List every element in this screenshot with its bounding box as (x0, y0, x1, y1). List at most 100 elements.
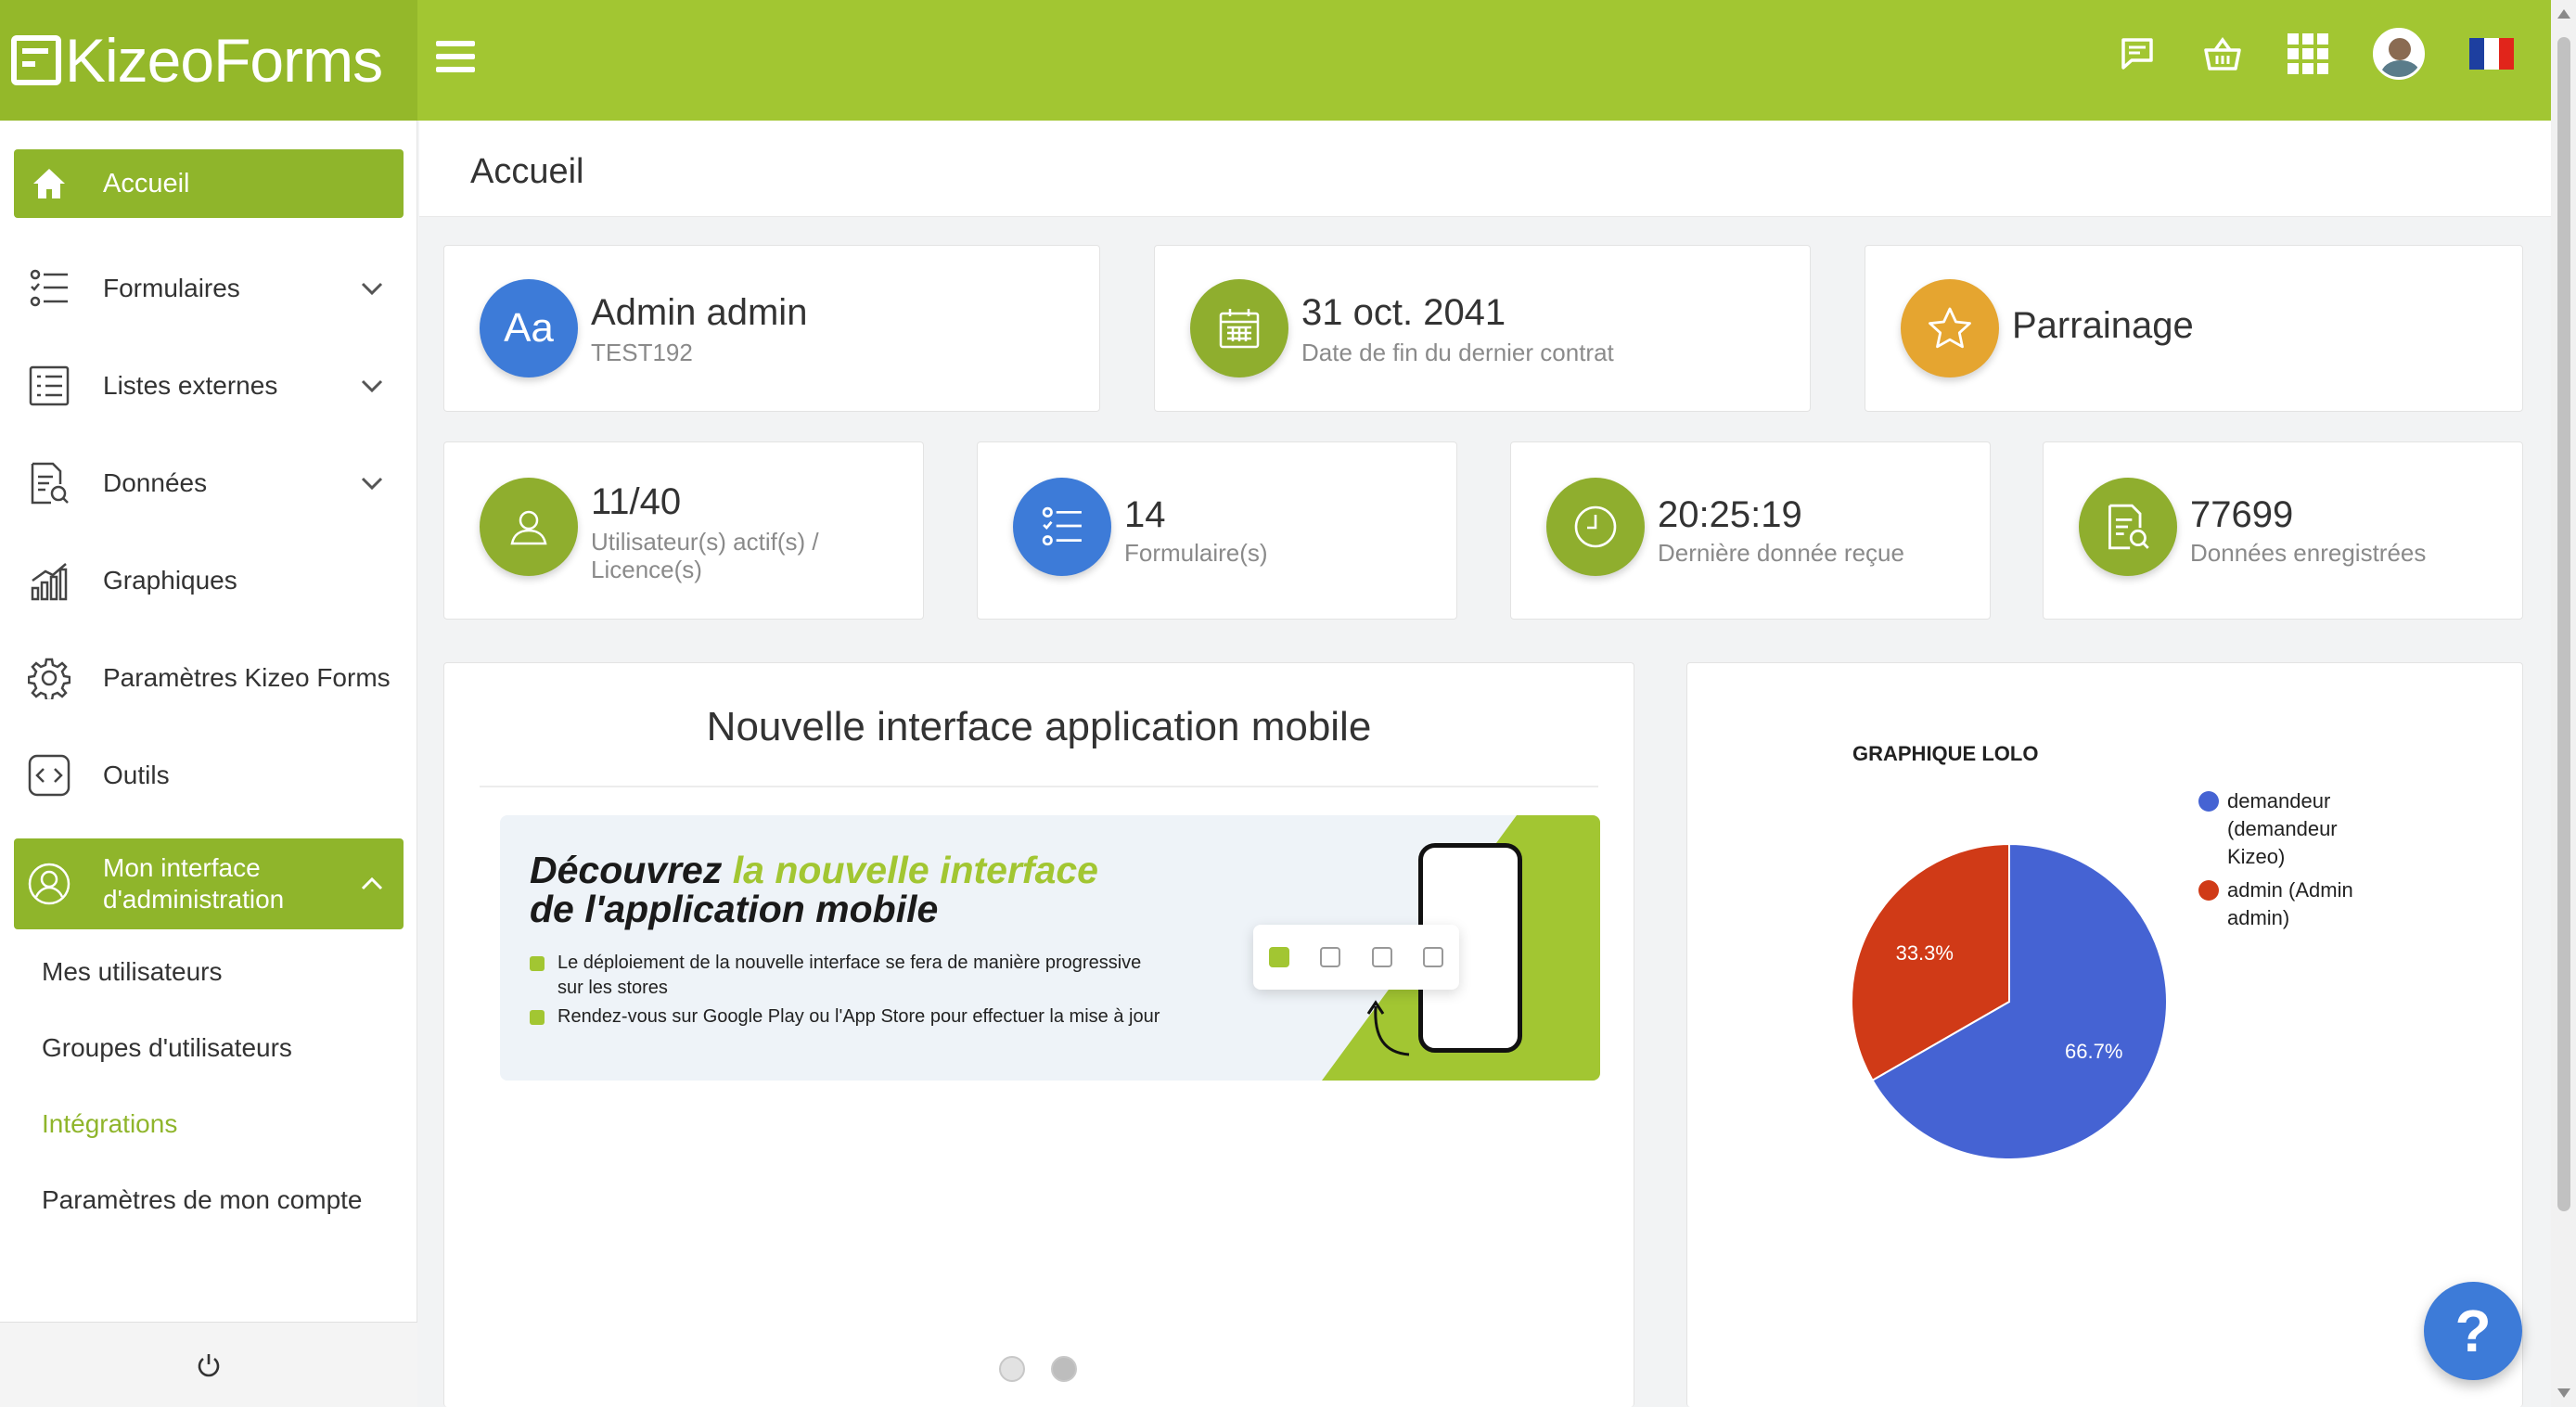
sub-item-groupes[interactable]: Groupes d'utilisateurs (42, 1033, 292, 1063)
pie-chart[interactable]: GRAPHIQUE LOLO 66.7% 33.3% demandeur (dema… (1687, 663, 2522, 1405)
legend-label-1[interactable]: (demandeur (2227, 817, 2338, 840)
document-search-icon (27, 461, 71, 505)
scroll-down-arrow[interactable] (2557, 1388, 2570, 1398)
carousel-dots (999, 1356, 1077, 1382)
referral-card[interactable]: Parrainage (1865, 245, 2523, 412)
phone-menu-illustration (1253, 925, 1459, 990)
last-data-card: 20:25:19 Dernière donnée reçue (1510, 441, 1991, 620)
chevron-down-icon[interactable] (359, 373, 385, 399)
sidebar-item-label: Graphiques (103, 566, 237, 595)
page-scrollbar[interactable] (2551, 0, 2576, 1407)
pie-slice-label-1: 66.7% (2065, 1040, 2122, 1063)
active-users-card: 11/40 Utilisateur(s) actif(s) / Licence(… (443, 441, 924, 620)
scroll-up-arrow[interactable] (2557, 9, 2570, 19)
page-title: Accueil (470, 152, 584, 191)
france-flag-icon[interactable] (2469, 38, 2514, 70)
arrow-icon (1366, 1000, 1410, 1056)
user-card: Aa Admin admin TEST192 (443, 245, 1100, 412)
code-icon (27, 753, 71, 798)
carousel-dot-2[interactable] (1051, 1356, 1077, 1382)
last-data-label: Dernière donnée reçue (1658, 539, 1904, 567)
kizeo-logo[interactable]: KizeoForms (0, 0, 417, 121)
data-count: 77699 (2190, 494, 2294, 535)
slide-bullet-1: Le déploiement de la nouvelle interface … (530, 951, 1141, 1001)
last-data-time: 20:25:19 (1658, 494, 1802, 535)
chart-card: GRAPHIQUE LOLO 66.7% 33.3% demandeur (dema… (1686, 662, 2523, 1407)
sidebar-item-accueil[interactable]: Accueil (14, 149, 404, 218)
page-header: Accueil (419, 121, 2551, 217)
contract-end-date: 31 oct. 2041 (1301, 292, 1506, 333)
apps-grid-icon[interactable] (2288, 33, 2328, 74)
sidebar-item-label: Paramètres Kizeo Forms (103, 663, 391, 692)
legend-marker-2 (2198, 880, 2219, 901)
user-circle-icon (27, 862, 71, 906)
slide-headline: Découvrez la nouvelle interface de l'app… (530, 849, 1098, 930)
legend-label-1[interactable]: demandeur (2227, 789, 2330, 812)
logo-text: KizeoForms (65, 26, 383, 95)
sidebar-item-graphiques[interactable]: Graphiques (14, 544, 404, 618)
sidebar-item-formulaires[interactable]: Formulaires (14, 251, 404, 326)
sidebar-item-donnees[interactable]: Données (14, 446, 404, 520)
chevron-up-icon[interactable] (359, 871, 385, 897)
active-users-label-1: Utilisateur(s) actif(s) / (591, 528, 819, 556)
sidebar-item-parametres-kizeo[interactable]: Paramètres Kizeo Forms (14, 641, 404, 715)
contract-card: 31 oct. 2041 Date de fin du dernier cont… (1154, 245, 1811, 412)
clock-icon (1546, 478, 1645, 576)
document-search-icon (2079, 478, 2177, 576)
users-icon (480, 478, 578, 576)
active-users-label-2: Licence(s) (591, 556, 702, 583)
logo-mark-icon (11, 35, 61, 85)
sidebar-item-label: Accueil (103, 168, 190, 198)
carousel-slide-image[interactable]: Découvrez la nouvelle interface de l'app… (500, 815, 1600, 1081)
sidebar-item-listes-externes[interactable]: Listes externes (14, 349, 404, 423)
chevron-down-icon[interactable] (359, 275, 385, 301)
home-icon (27, 161, 71, 206)
legend-label-1[interactable]: Kizeo) (2227, 845, 2285, 868)
help-button[interactable]: ? (2424, 1282, 2522, 1380)
sub-item-integrations[interactable]: Intégrations (42, 1109, 177, 1139)
scroll-thumb[interactable] (2557, 37, 2570, 1211)
star-icon (1901, 279, 1999, 377)
slide-bullet-2: Rendez-vous sur Google Play ou l'App Sto… (530, 1004, 1160, 1030)
referral-label: Parrainage (2012, 305, 2194, 346)
chart-title: GRAPHIQUE LOLO (1852, 742, 2038, 765)
forms-list-icon (27, 266, 71, 311)
user-company: TEST192 (591, 339, 693, 366)
sidebar-item-admin[interactable]: Mon interface d'administration (14, 838, 404, 929)
carousel-dot-1[interactable] (999, 1356, 1025, 1382)
sub-item-mes-utilisateurs[interactable]: Mes utilisateurs (42, 957, 223, 987)
user-name: Admin admin (591, 292, 808, 333)
basket-icon[interactable] (2202, 33, 2243, 74)
data-count-label: Données enregistrées (2190, 539, 2427, 567)
legend-label-2[interactable]: admin (Admin (2227, 878, 2353, 902)
contract-label: Date de fin du dernier contrat (1301, 339, 1614, 366)
gear-icon (27, 656, 71, 700)
sidebar-item-label: Mon interface (103, 853, 261, 882)
active-users-count: 11/40 (591, 481, 682, 522)
calendar-icon (1190, 279, 1288, 377)
sub-item-parametres-compte[interactable]: Paramètres de mon compte (42, 1185, 363, 1215)
user-avatar[interactable] (2373, 28, 2425, 80)
forms-label: Formulaire(s) (1124, 539, 1268, 567)
sidebar-item-label: Données (103, 468, 208, 497)
sidebar-footer (0, 1322, 417, 1407)
forms-list-icon (1013, 478, 1111, 576)
list-icon (27, 364, 71, 408)
sidebar-item-label: Formulaires (103, 274, 240, 302)
data-count-card: 77699 Données enregistrées (2043, 441, 2523, 620)
sidebar: Accueil Formulaires Listes externes Donn… (0, 121, 417, 1407)
chevron-down-icon[interactable] (359, 470, 385, 496)
top-bar: KizeoForms (0, 0, 2551, 121)
menu-toggle-icon[interactable] (436, 41, 475, 78)
legend-label-2[interactable]: admin) (2227, 906, 2289, 929)
legend-marker-1 (2198, 791, 2219, 812)
power-icon[interactable] (197, 1352, 221, 1378)
sidebar-item-outils[interactable]: Outils (14, 738, 404, 812)
chat-icon[interactable] (2117, 33, 2158, 74)
sidebar-item-label-line2: d'administration (103, 885, 285, 914)
carousel-title: Nouvelle interface application mobile (706, 704, 1372, 749)
news-carousel-card: Nouvelle interface application mobile Dé… (443, 662, 1634, 1407)
pie-slice-label-2: 33.3% (1896, 941, 1954, 965)
sidebar-item-label: Listes externes (103, 371, 278, 400)
user-initials-avatar: Aa (480, 279, 578, 377)
